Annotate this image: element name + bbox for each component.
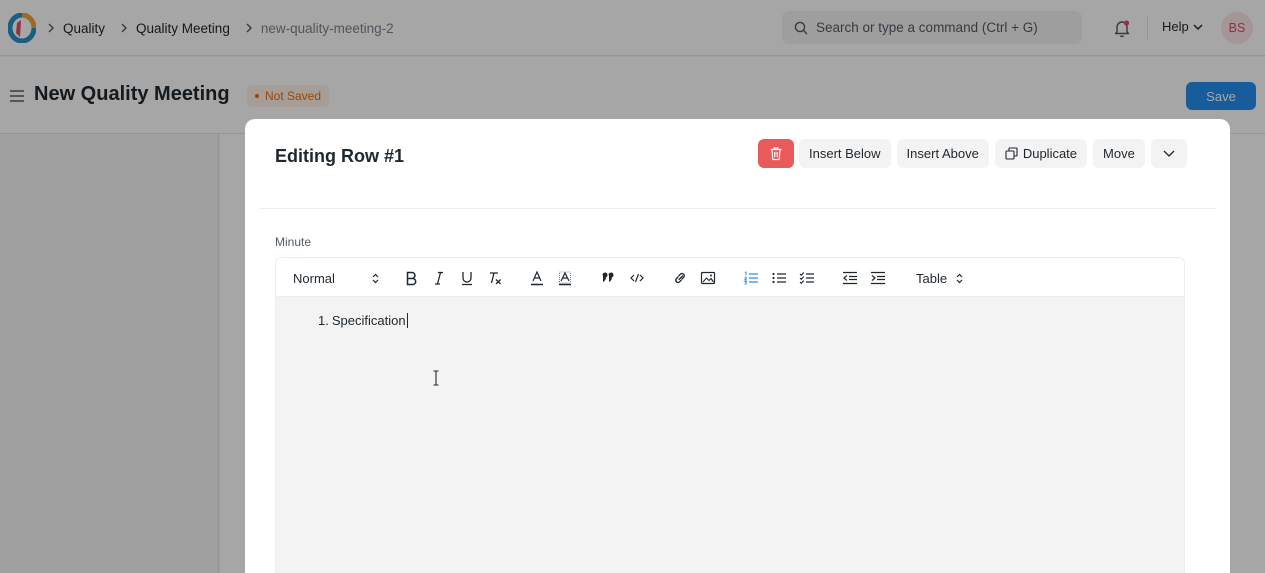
select-arrows-icon [956, 273, 963, 283]
blockquote-icon[interactable] [601, 269, 615, 287]
dialog-actions: Insert Below Insert Above Duplicate Move [758, 139, 1187, 168]
text-color-icon[interactable] [530, 269, 544, 287]
highlight-color-icon[interactable] [558, 269, 572, 287]
bold-icon[interactable] [404, 269, 418, 287]
move-button[interactable]: Move [1093, 139, 1145, 168]
clear-format-icon[interactable] [487, 269, 503, 287]
table-select-label: Table [916, 270, 948, 286]
minute-editor: Normal Table 1. Specification [275, 257, 1185, 573]
indent-icon[interactable] [870, 269, 886, 287]
insert-above-button[interactable]: Insert Above [896, 139, 989, 168]
ordered-list: 1. Specification [318, 313, 408, 328]
duplicate-button[interactable]: Duplicate [994, 139, 1088, 168]
dialog-title: Editing Row #1 [275, 146, 405, 166]
minute-field-label: Minute [275, 235, 312, 249]
outdent-icon[interactable] [842, 269, 858, 287]
link-icon[interactable] [672, 269, 688, 287]
duplicate-label: Duplicate [1022, 146, 1078, 161]
underline-icon[interactable] [460, 269, 474, 287]
code-block-icon[interactable] [629, 269, 645, 287]
text-caret [406, 313, 408, 328]
table-select[interactable]: Table [916, 269, 963, 287]
italic-icon[interactable] [432, 269, 446, 287]
list-item[interactable]: 1. Specification [318, 313, 408, 328]
trash-icon [770, 147, 782, 161]
ordered-list-icon[interactable] [743, 269, 759, 287]
insert-below-button[interactable]: Insert Below [799, 139, 891, 168]
editor-content[interactable]: 1. Specification [276, 297, 1184, 573]
list-item-number: 1. [318, 313, 329, 328]
text-style-value: Normal [293, 270, 335, 286]
collapse-dialog-button[interactable] [1150, 139, 1187, 168]
edit-row-dialog: Editing Row #1 Insert Below Insert Above… [245, 119, 1230, 573]
editor-toolbar: Normal Table [276, 258, 1184, 297]
duplicate-icon [1005, 147, 1018, 160]
chevron-down-icon [1163, 150, 1175, 157]
text-cursor-icon [433, 370, 439, 386]
text-style-select[interactable]: Normal [293, 269, 379, 287]
image-icon[interactable] [700, 269, 716, 287]
bullet-list-icon[interactable] [771, 269, 787, 287]
list-item-text: Specification [331, 313, 406, 328]
select-arrows-icon [372, 273, 379, 283]
check-list-icon[interactable] [799, 269, 815, 287]
dialog-divider [260, 208, 1216, 209]
delete-row-button[interactable] [758, 139, 794, 168]
